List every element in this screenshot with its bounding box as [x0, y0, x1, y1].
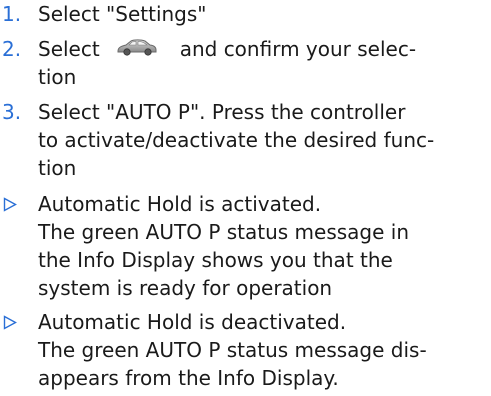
result-line: Automatic Hold is activated. [38, 192, 322, 216]
step-text: Select and confirm your selec- tion [38, 35, 488, 91]
step-line: Select "Settings" [38, 2, 207, 26]
result-text: Automatic Hold is activated. The green A… [38, 190, 488, 302]
step-text-before-icon: Select [38, 37, 100, 61]
result-line: the Info Display shows you that the [38, 248, 393, 272]
triangle-right-icon [2, 190, 22, 218]
result-line: The green AUTO P status message in [38, 220, 410, 244]
step-number: 3. [2, 100, 22, 124]
step-line: to activate/deactivate the desired func- [38, 128, 435, 152]
step-line: tion [38, 156, 77, 180]
step-text: Select "AUTO P". Press the controller to… [38, 98, 488, 182]
result-line: Automatic Hold is deactivated. [38, 310, 347, 334]
result-text: Automatic Hold is deactivated. The green… [38, 308, 488, 392]
car-icon [116, 35, 158, 63]
step-text: Select "Settings" [38, 0, 488, 28]
triangle-right-icon [2, 308, 22, 336]
result-line: The green AUTO P status message dis- [38, 338, 427, 362]
result-line: system is ready for operation [38, 276, 333, 300]
step-line: Select and confirm your selec- [38, 35, 488, 63]
step-number: 1. [2, 2, 22, 26]
step-line: Select "AUTO P". Press the controller [38, 100, 406, 124]
instruction-document: 1. Select "Settings" 2. Select and confir… [0, 0, 491, 396]
step-number: 2. [2, 37, 22, 61]
step-line: tion [38, 65, 77, 89]
result-line: appears from the Info Display. [38, 366, 339, 390]
step-text-after-icon: and confirm your selec- [179, 37, 417, 61]
